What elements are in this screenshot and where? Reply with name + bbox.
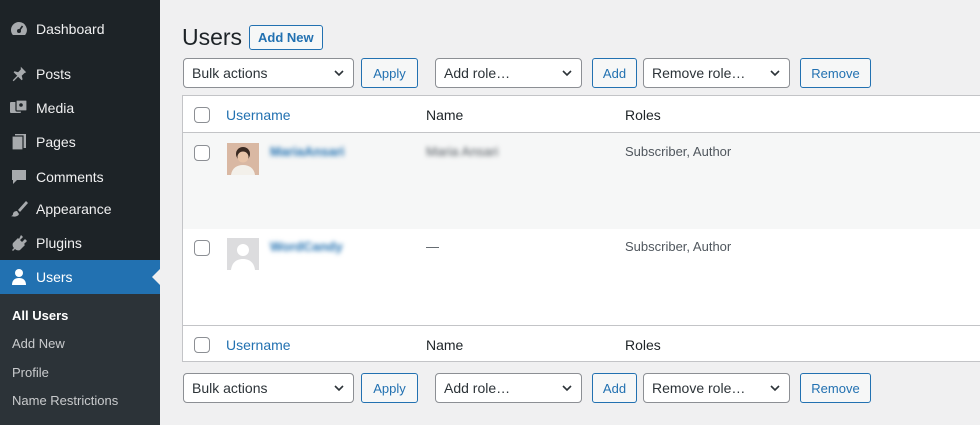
menu-label: Pages: [36, 134, 76, 150]
user-name: —: [426, 239, 439, 254]
column-roles: Roles: [625, 107, 661, 123]
admin-sidebar: Dashboard Posts Media Pages Comments App…: [0, 0, 160, 425]
menu-posts[interactable]: Posts: [0, 57, 160, 91]
menu-label: Comments: [36, 169, 104, 185]
page-title: Users: [182, 24, 243, 50]
add-role-value: Add role…: [444, 65, 511, 81]
column-roles: Roles: [625, 337, 661, 353]
menu-media[interactable]: Media: [0, 91, 160, 125]
add-role-button[interactable]: Add: [592, 58, 637, 88]
user-name: Maria Ansari: [426, 144, 499, 159]
bulk-actions-select[interactable]: Bulk actions: [183, 58, 354, 88]
menu-users[interactable]: Users: [0, 260, 160, 294]
pin-icon: [0, 57, 36, 91]
menu-dashboard[interactable]: Dashboard: [0, 12, 160, 46]
pages-icon: [0, 125, 36, 159]
menu-label: Dashboard: [36, 21, 105, 37]
chevron-down-icon: [334, 385, 344, 392]
user-icon: [0, 260, 36, 294]
column-username[interactable]: Username: [226, 337, 291, 353]
remove-role-button[interactable]: Remove: [800, 58, 871, 88]
remove-role-select[interactable]: Remove role…: [643, 58, 790, 88]
user-roles: Subscriber, Author: [625, 239, 732, 254]
remove-role-value: Remove role…: [652, 65, 746, 81]
add-new-user-button[interactable]: Add New: [249, 25, 323, 50]
menu-pages[interactable]: Pages: [0, 125, 160, 159]
chevron-down-icon: [562, 385, 572, 392]
table-header: Username Name Roles: [183, 96, 980, 133]
add-role-select[interactable]: Add role…: [435, 58, 582, 88]
media-icon: [0, 91, 36, 125]
column-name: Name: [426, 107, 464, 123]
column-name: Name: [426, 337, 464, 353]
menu-label: Appearance: [36, 201, 112, 217]
bulk-actions-select-bottom[interactable]: Bulk actions: [183, 373, 354, 403]
table-row: MariaAnsari Maria Ansari Subscriber, Aut…: [183, 133, 980, 229]
menu-label: Users: [36, 269, 73, 285]
submenu-name-restrictions[interactable]: Name Restrictions: [12, 393, 118, 408]
chevron-down-icon: [334, 70, 344, 77]
menu-label: Media: [36, 100, 75, 116]
avatar: [227, 238, 259, 270]
username-link[interactable]: MariaAnsari: [270, 144, 344, 159]
chevron-down-icon: [770, 70, 780, 77]
chevron-down-icon: [562, 70, 572, 77]
row-checkbox[interactable]: [194, 240, 210, 256]
chevron-down-icon: [770, 385, 780, 392]
bulk-actions-value: Bulk actions: [192, 380, 268, 396]
menu-label: Posts: [36, 66, 72, 82]
remove-role-button-bottom[interactable]: Remove: [800, 373, 871, 403]
username-link[interactable]: WordCandy: [270, 239, 343, 254]
column-username[interactable]: Username: [226, 107, 291, 123]
submenu-all-users[interactable]: All Users: [12, 308, 68, 323]
users-table: Username Name Roles MariaAnsari Maria An…: [182, 95, 980, 362]
menu-label: Plugins: [36, 235, 82, 251]
menu-appearance[interactable]: Appearance: [0, 192, 160, 226]
plugin-icon: [0, 226, 36, 260]
apply-button-bottom[interactable]: Apply: [361, 373, 418, 403]
select-all-checkbox[interactable]: [194, 107, 210, 123]
remove-role-select-bottom[interactable]: Remove role…: [643, 373, 790, 403]
user-roles: Subscriber, Author: [625, 144, 732, 159]
remove-role-value: Remove role…: [652, 380, 746, 396]
menu-plugins[interactable]: Plugins: [0, 226, 160, 260]
bulk-actions-value: Bulk actions: [192, 65, 268, 81]
menu-comments[interactable]: Comments: [0, 160, 160, 194]
avatar: [227, 143, 259, 175]
row-checkbox[interactable]: [194, 145, 210, 161]
select-all-checkbox[interactable]: [194, 337, 210, 353]
add-role-button-bottom[interactable]: Add: [592, 373, 637, 403]
submenu-profile[interactable]: Profile: [12, 365, 49, 380]
dashboard-icon: [0, 12, 36, 46]
add-role-select-bottom[interactable]: Add role…: [435, 373, 582, 403]
table-footer: Username Name Roles: [183, 325, 980, 362]
brush-icon: [0, 192, 36, 226]
comment-icon: [0, 160, 36, 194]
submenu-add-new[interactable]: Add New: [12, 336, 65, 351]
users-submenu: All Users Add New Profile Name Restricti…: [0, 294, 160, 425]
apply-button[interactable]: Apply: [361, 58, 418, 88]
add-role-value: Add role…: [444, 380, 511, 396]
table-row: WordCandy — Subscriber, Author: [183, 229, 980, 325]
